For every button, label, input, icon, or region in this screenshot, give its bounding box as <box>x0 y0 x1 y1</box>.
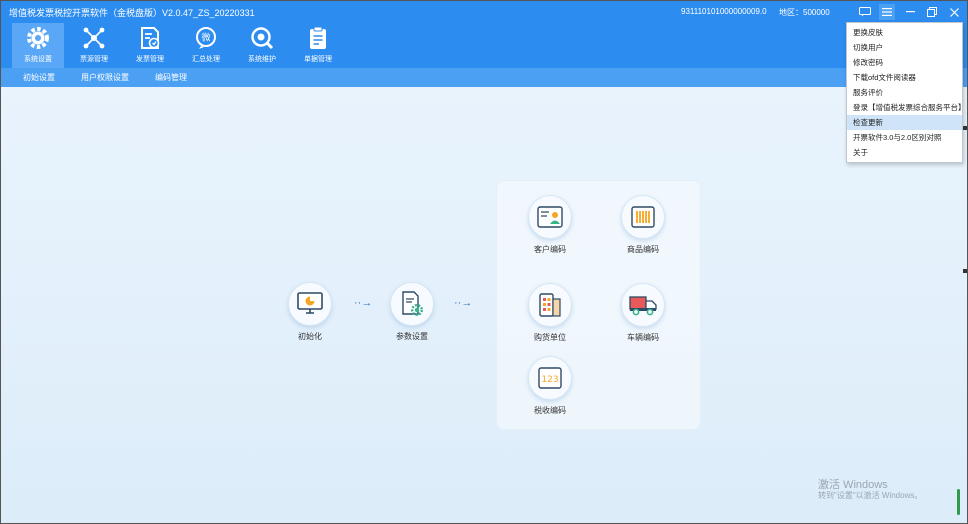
code-panel <box>496 180 701 430</box>
menu-item-change-password[interactable]: 修改密码 <box>847 55 962 70</box>
building-icon <box>539 293 561 317</box>
subnav-initial-settings[interactable]: 初始设置 <box>23 72 55 83</box>
code-tax[interactable]: 123 税收编码 <box>528 356 572 416</box>
code-label: 商品编码 <box>627 245 659 254</box>
app-window: 增值税发票税控开票软件（金税盘版）V2.0.47_ZS_20220331 931… <box>0 0 968 524</box>
customer-card-icon <box>537 206 563 228</box>
menu-item-change-skin[interactable]: 更换皮肤 <box>847 25 962 40</box>
main-toolbar: 系统设置 票源管理 发票管理 微 汇总处理 系统维护 单据管理 <box>1 23 967 68</box>
subnav-code-management[interactable]: 编码管理 <box>155 72 187 83</box>
title-bar: 增值税发票税控开票软件（金税盘版）V2.0.47_ZS_20220331 931… <box>1 1 967 23</box>
invoice-icon <box>141 27 160 49</box>
menu-item-version-compare[interactable]: 开票软件3.0与2.0区别对照 <box>847 130 962 145</box>
code-label: 客户编码 <box>534 245 566 254</box>
flow-label: 初始化 <box>298 332 322 341</box>
tool-ticket-source[interactable]: 票源管理 <box>68 23 120 68</box>
code-buyer[interactable]: 购货单位 <box>528 283 572 343</box>
tool-label: 系统设置 <box>24 56 52 63</box>
barcode-icon <box>631 206 655 228</box>
tool-label: 单据管理 <box>304 56 332 63</box>
resize-marker <box>963 126 967 130</box>
svg-text:123: 123 <box>541 375 558 385</box>
tool-document-management[interactable]: 单据管理 <box>292 23 344 68</box>
tool-label: 发票管理 <box>136 56 164 63</box>
flow-node-init[interactable]: 初始化 <box>288 282 332 342</box>
tool-invoice-management[interactable]: 发票管理 <box>124 23 176 68</box>
truck-icon <box>629 296 657 316</box>
flow-arrow: ··→ <box>454 297 473 309</box>
minimize-icon[interactable] <box>902 4 918 20</box>
summary-icon: 微 <box>196 27 216 49</box>
tool-system-settings[interactable]: 系统设置 <box>12 23 64 68</box>
svg-text:微: 微 <box>201 32 210 44</box>
code-label: 税收编码 <box>534 406 566 415</box>
code-label: 车辆编码 <box>627 333 659 342</box>
menu-item-login-platform[interactable]: 登录【增值税发票综合服务平台】 <box>847 100 962 115</box>
flow-label: 参数设置 <box>396 332 428 341</box>
tool-label: 汇总处理 <box>192 56 220 63</box>
tool-label: 系统维护 <box>248 56 276 63</box>
gear-icon <box>27 27 49 49</box>
menu-icon[interactable] <box>879 4 895 20</box>
code-vehicle[interactable]: 车辆编码 <box>621 283 665 343</box>
menu-item-about[interactable]: 关于 <box>847 145 962 160</box>
flow-arrow: ··→ <box>354 297 373 309</box>
number-code-icon: 123 <box>538 367 562 389</box>
activation-watermark-hint: 转到"设置"以激活 Windows。 <box>818 491 923 500</box>
resize-marker <box>963 269 967 273</box>
status-strip <box>957 489 960 515</box>
menu-item-service-rating[interactable]: 服务评价 <box>847 85 962 100</box>
menu-item-switch-user[interactable]: 切换用户 <box>847 40 962 55</box>
tool-summary[interactable]: 微 汇总处理 <box>180 23 232 68</box>
tool-system-maintenance[interactable]: 系统维护 <box>236 23 288 68</box>
subnav-user-permissions[interactable]: 用户权限设置 <box>81 72 129 83</box>
menu-item-check-update[interactable]: 检查更新 <box>847 115 962 130</box>
menu-item-download-ofd-reader[interactable]: 下载ofd文件阅读器 <box>847 70 962 85</box>
network-icon <box>83 27 105 49</box>
maintenance-icon <box>251 27 274 50</box>
app-title: 增值税发票税控开票软件（金税盘版）V2.0.47_ZS_20220331 <box>9 7 255 18</box>
code-product[interactable]: 商品编码 <box>621 195 665 255</box>
clipboard-icon <box>310 26 326 49</box>
monitor-icon <box>297 292 323 314</box>
code-customer[interactable]: 客户编码 <box>528 195 572 255</box>
document-gear-icon <box>402 291 424 317</box>
region-label: 地区：500000 <box>779 8 830 17</box>
flow-node-params[interactable]: 参数设置 <box>390 282 434 342</box>
restore-icon[interactable] <box>924 4 940 20</box>
code-label: 购货单位 <box>534 333 566 342</box>
sub-navigation: 初始设置 用户权限设置 编码管理 <box>1 68 967 87</box>
tax-number: 931110101000000009.0 <box>681 7 767 16</box>
close-icon[interactable] <box>946 4 962 20</box>
main-menu-dropdown: 更换皮肤 切换用户 修改密码 下载ofd文件阅读器 服务评价 登录【增值税发票综… <box>846 22 963 163</box>
tool-label: 票源管理 <box>80 56 108 63</box>
message-icon[interactable] <box>857 4 873 20</box>
